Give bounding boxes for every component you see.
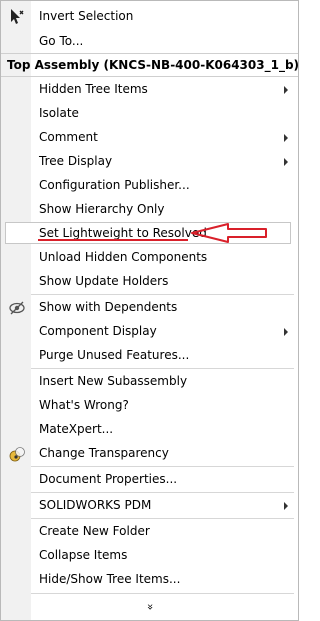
menu-item-label: Document Properties... [39,472,178,486]
menu-item-show-with-dependents[interactable]: Show with Dependents [1,295,298,319]
separator [31,593,294,594]
menu-item-label: Configuration Publisher... [39,178,190,192]
menu-item-label: Insert New Subassembly [39,374,188,388]
menu-item-matexpert[interactable]: MateXpert... [1,417,298,441]
cursor-icon [8,8,26,26]
menu-item-isolate[interactable]: Isolate [1,101,298,125]
menu-item-invert-selection[interactable]: Invert Selection [1,4,298,28]
transparency-icon [8,445,26,463]
menu-item-comment[interactable]: Comment [1,125,298,149]
submenu-arrow-icon [284,86,288,94]
menu-item-label: Unload Hidden Components [39,250,208,264]
menu-item-label: Collapse Items [39,548,128,562]
menu-item-label: Go To... [39,34,84,48]
menu-item-label: Comment [39,130,98,144]
menu-item-show-hierarchy-only[interactable]: Show Hierarchy Only [1,197,298,221]
menu-item-label: Isolate [39,106,79,120]
eye-icon [8,299,26,317]
menu-item-show-update-holders[interactable]: Show Update Holders [1,269,298,293]
menu-item-hide-show-tree-items[interactable]: Hide/Show Tree Items... [1,567,298,591]
menu-item-change-transparency[interactable]: Change Transparency [1,441,298,465]
menu-item-label: Show with Dependents [39,300,178,314]
menu-item-solidworks-pdm[interactable]: SOLIDWORKS PDM [1,493,298,517]
menu-item-label: Show Hierarchy Only [39,202,165,216]
menu-item-purge-unused-features[interactable]: Purge Unused Features... [1,343,298,367]
menu-item-label: Hidden Tree Items [39,82,148,96]
menu-item-label: Component Display [39,324,157,338]
menu-item-set-lightweight-to-resolved[interactable]: Set Lightweight to Resolved [1,221,298,245]
menu-item-insert-new-subassembly[interactable]: Insert New Subassembly [1,369,298,393]
menu-item-label: Hide/Show Tree Items... [39,572,181,586]
menu-item-configuration-publisher[interactable]: Configuration Publisher... [1,173,298,197]
menu-item-label: What's Wrong? [39,398,129,412]
section-header-label: Top Assembly (KNCS-NB-400-K064303_1_b) [7,58,300,72]
submenu-arrow-icon [284,158,288,166]
menu-item-label: SOLIDWORKS PDM [39,498,152,512]
context-menu: Invert Selection Go To... Top Assembly (… [0,0,299,621]
menu-item-whats-wrong[interactable]: What's Wrong? [1,393,298,417]
menu-item-collapse-items[interactable]: Collapse Items [1,543,298,567]
menu-item-label: Purge Unused Features... [39,348,190,362]
menu-item-label: Invert Selection [39,9,134,23]
submenu-arrow-icon [284,502,288,510]
menu-item-label: Show Update Holders [39,274,169,288]
submenu-arrow-icon [284,328,288,336]
menu-item-label: Create New Folder [39,524,150,538]
menu-item-hidden-tree-items[interactable]: Hidden Tree Items [1,77,298,101]
submenu-arrow-icon [284,134,288,142]
menu-item-go-to[interactable]: Go To... [1,29,298,53]
menu-item-create-new-folder[interactable]: Create New Folder [1,519,298,543]
menu-item-unload-hidden-components[interactable]: Unload Hidden Components [1,245,298,269]
menu-item-label: MateXpert... [39,422,114,436]
menu-item-label: Set Lightweight to Resolved [39,226,207,240]
menu-section-header: Top Assembly (KNCS-NB-400-K064303_1_b) [1,54,300,76]
menu-item-document-properties[interactable]: Document Properties... [1,467,298,491]
menu-item-component-display[interactable]: Component Display [1,319,298,343]
menu-item-label: Tree Display [39,154,113,168]
expand-menu-chevron-icon[interactable]: » [141,598,159,616]
menu-item-label: Change Transparency [39,446,169,460]
menu-item-tree-display[interactable]: Tree Display [1,149,298,173]
